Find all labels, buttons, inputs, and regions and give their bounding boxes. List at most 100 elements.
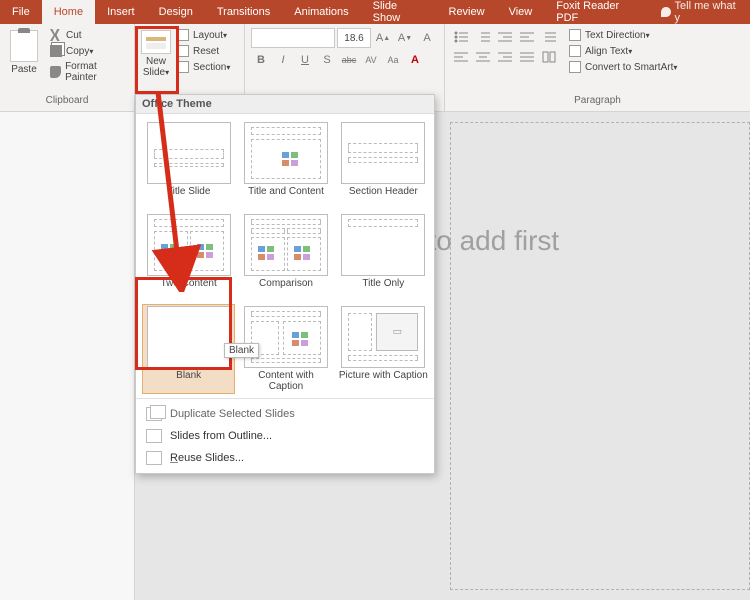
copy-icon bbox=[50, 45, 62, 57]
layout-title-slide[interactable]: Title Slide bbox=[142, 120, 235, 210]
slide-thumbnail-pane[interactable] bbox=[0, 112, 135, 600]
convert-smartart-label: Convert to SmartArt bbox=[585, 62, 673, 73]
text-direction-button[interactable]: Text Direction▾ bbox=[567, 28, 679, 42]
layout-thumb-icon bbox=[147, 122, 231, 184]
lightbulb-icon bbox=[661, 7, 670, 17]
chevron-down-icon: ▾ bbox=[89, 47, 93, 56]
shrink-font-button[interactable]: A▼ bbox=[395, 28, 415, 48]
tab-home[interactable]: Home bbox=[42, 0, 95, 24]
clear-formatting-button[interactable]: A bbox=[417, 28, 437, 48]
reset-button[interactable]: Reset bbox=[175, 44, 232, 58]
layout-picture-caption[interactable]: ▭ Picture with Caption bbox=[337, 304, 430, 394]
align-center-button[interactable] bbox=[473, 48, 493, 66]
tab-insert[interactable]: Insert bbox=[95, 0, 147, 24]
layout-title-content[interactable]: Title and Content bbox=[239, 120, 332, 210]
line-spacing-button[interactable] bbox=[539, 28, 559, 46]
tab-view[interactable]: View bbox=[497, 0, 545, 24]
reuse-slides-item[interactable]: Reuse Slides... bbox=[136, 447, 434, 469]
chevron-down-icon: ▾ bbox=[673, 63, 677, 72]
layout-title-only[interactable]: Title Only bbox=[337, 212, 430, 302]
layout-label: Two Content bbox=[161, 278, 217, 300]
layout-label: Layout bbox=[193, 30, 223, 41]
tab-slideshow[interactable]: Slide Show bbox=[361, 0, 437, 24]
shadow-button[interactable]: S bbox=[317, 50, 337, 70]
shrink-font-label: A bbox=[398, 32, 405, 44]
slide-placeholder[interactable] bbox=[450, 122, 750, 590]
new-slide-gallery: Office Theme Title Slide Title and Conte… bbox=[135, 94, 435, 474]
align-text-button[interactable]: Align Text▾ bbox=[567, 44, 679, 58]
chevron-down-icon: ▾ bbox=[646, 31, 650, 40]
italic-button[interactable]: I bbox=[273, 50, 293, 70]
reuse-label: Reuse Slides... bbox=[170, 452, 244, 464]
tell-me-search[interactable]: Tell me what y bbox=[651, 0, 750, 24]
layout-blank[interactable]: Blank bbox=[142, 304, 235, 394]
columns-button[interactable] bbox=[539, 48, 559, 66]
align-text-label: Align Text bbox=[585, 46, 628, 57]
layout-label: Title and Content bbox=[248, 186, 324, 208]
new-slide-label-1: New bbox=[146, 56, 166, 67]
duplicate-icon bbox=[146, 407, 162, 421]
group-label-clipboard: Clipboard bbox=[0, 95, 134, 111]
tab-review[interactable]: Review bbox=[437, 0, 497, 24]
change-case-button[interactable]: Aa bbox=[383, 50, 403, 70]
chevron-down-icon: ▾ bbox=[226, 63, 230, 72]
section-icon bbox=[177, 61, 189, 73]
outline-label: Slides from Outline... bbox=[170, 430, 272, 442]
ribbon-tab-strip: File Home Insert Design Transitions Anim… bbox=[0, 0, 750, 24]
align-left-button[interactable] bbox=[451, 48, 471, 66]
paste-button[interactable]: Paste bbox=[6, 28, 42, 77]
layout-label: Blank bbox=[176, 370, 201, 392]
layout-label: Picture with Caption bbox=[339, 370, 428, 392]
numbering-button[interactable] bbox=[473, 28, 493, 46]
tab-file[interactable]: File bbox=[0, 0, 42, 24]
cut-label: Cut bbox=[66, 30, 82, 41]
layout-label: Content with Caption bbox=[241, 370, 330, 392]
layout-thumb-icon bbox=[341, 122, 425, 184]
format-painter-label: Format Painter bbox=[65, 61, 126, 83]
layout-thumb-icon bbox=[244, 306, 328, 368]
align-text-icon bbox=[569, 45, 581, 57]
copy-label: Copy bbox=[66, 46, 89, 57]
layout-comparison[interactable]: Comparison bbox=[239, 212, 332, 302]
strikethrough-button[interactable]: abc bbox=[339, 50, 359, 70]
grow-font-button[interactable]: A▲ bbox=[373, 28, 393, 48]
align-right-button[interactable] bbox=[495, 48, 515, 66]
smartart-icon bbox=[569, 61, 581, 73]
tab-transitions[interactable]: Transitions bbox=[205, 0, 282, 24]
duplicate-slides-item[interactable]: Duplicate Selected Slides bbox=[136, 403, 434, 425]
increase-indent-button[interactable] bbox=[517, 28, 537, 46]
underline-button[interactable]: U bbox=[295, 50, 315, 70]
tab-foxit[interactable]: Foxit Reader PDF bbox=[544, 0, 651, 24]
slides-from-outline-item[interactable]: Slides from Outline... bbox=[136, 425, 434, 447]
bold-button[interactable]: B bbox=[251, 50, 271, 70]
layout-label: Title Only bbox=[362, 278, 404, 300]
copy-button[interactable]: Copy▾ bbox=[48, 44, 128, 58]
justify-button[interactable] bbox=[517, 48, 537, 66]
convert-smartart-button[interactable]: Convert to SmartArt▾ bbox=[567, 60, 679, 74]
layout-two-content[interactable]: Two Content bbox=[142, 212, 235, 302]
tab-animations[interactable]: Animations bbox=[282, 0, 360, 24]
paste-label: Paste bbox=[11, 64, 37, 75]
layout-section-header[interactable]: Section Header bbox=[337, 120, 430, 210]
new-slide-button[interactable]: NewSlide▾ bbox=[141, 28, 171, 80]
new-slide-label-2: Slide bbox=[143, 67, 165, 78]
layout-label: Section Header bbox=[349, 186, 418, 208]
char-spacing-button[interactable]: AV bbox=[361, 50, 381, 70]
font-color-button[interactable]: A bbox=[405, 50, 425, 70]
font-size-combo[interactable] bbox=[337, 28, 371, 48]
layout-thumb-icon: ▭ bbox=[341, 306, 425, 368]
cut-button[interactable]: Cut bbox=[48, 28, 128, 42]
format-painter-button[interactable]: Format Painter bbox=[48, 60, 128, 84]
tab-design[interactable]: Design bbox=[147, 0, 205, 24]
layout-thumb-icon bbox=[341, 214, 425, 276]
section-button[interactable]: Section▾ bbox=[175, 60, 232, 74]
font-name-combo[interactable] bbox=[251, 28, 335, 48]
bullets-button[interactable] bbox=[451, 28, 471, 46]
tell-me-label: Tell me what y bbox=[675, 0, 740, 24]
decrease-indent-button[interactable] bbox=[495, 28, 515, 46]
layout-thumb-icon bbox=[147, 306, 231, 368]
layout-icon bbox=[177, 29, 189, 41]
tooltip-blank: Blank bbox=[224, 343, 259, 358]
layout-button[interactable]: Layout▾ bbox=[175, 28, 232, 42]
reset-label: Reset bbox=[193, 46, 219, 57]
